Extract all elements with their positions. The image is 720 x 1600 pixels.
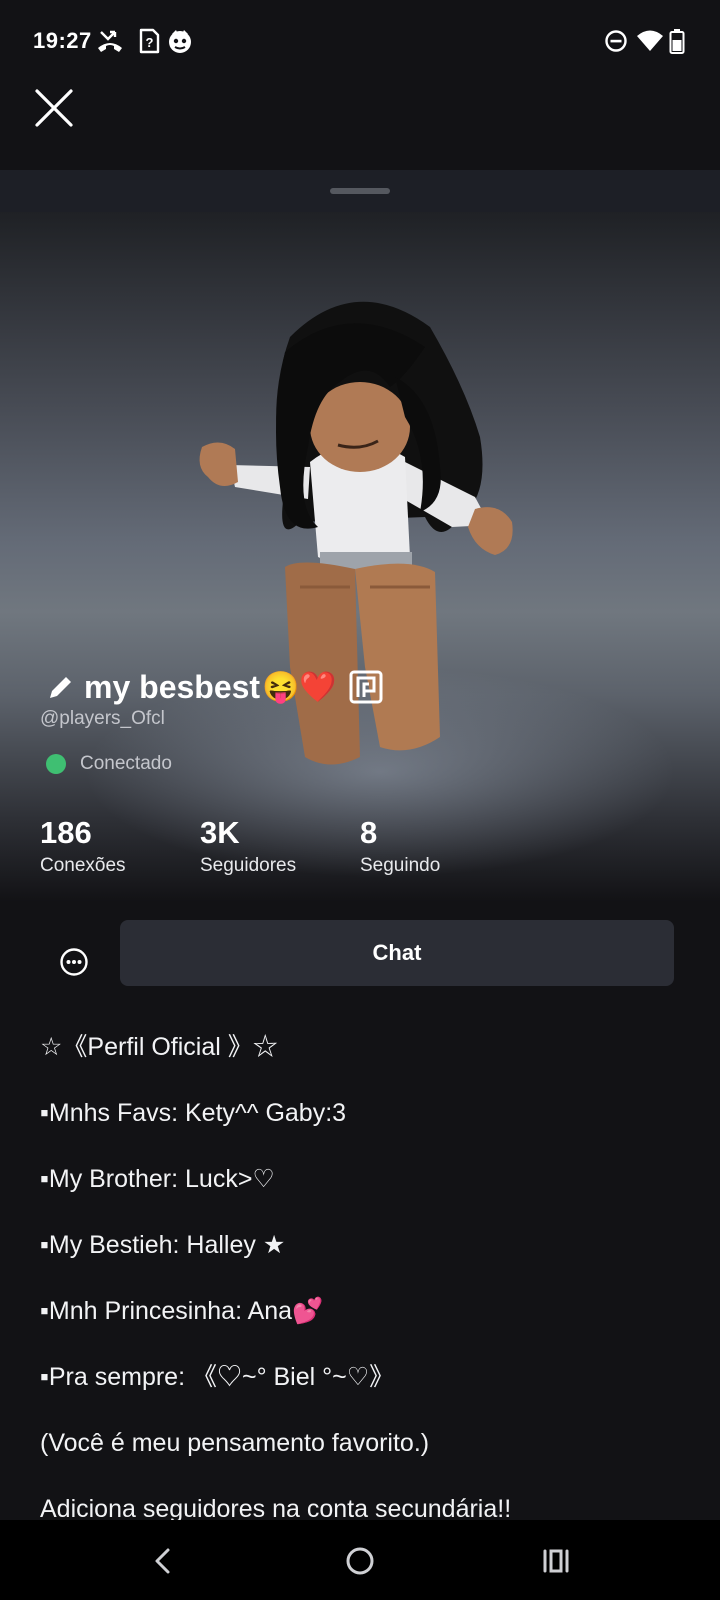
stat-followers[interactable]: 3K Seguidores (200, 815, 296, 877)
stat-value: 186 (40, 815, 92, 850)
presence-status: Conectado (46, 753, 172, 775)
recents-icon[interactable] (539, 1544, 573, 1578)
wifi-icon (637, 30, 663, 51)
close-icon[interactable] (30, 84, 78, 132)
home-icon[interactable] (343, 1544, 377, 1578)
chat-button-label: Chat (372, 940, 422, 965)
stat-value: 8 (360, 815, 378, 850)
system-nav-bar (0, 1520, 720, 1600)
back-icon[interactable] (147, 1544, 181, 1578)
stat-connections[interactable]: 186 Conexões (40, 815, 126, 877)
more-options-icon[interactable] (52, 940, 96, 984)
premium-badge-icon (349, 670, 383, 704)
stat-label: Seguindo (360, 855, 441, 876)
status-bar: 19:27 ? (0, 0, 720, 84)
bio-line: ▪Mnhs Favs: Kety^^ Gaby:3 (40, 1099, 347, 1127)
display-name-row: my besbest 😝❤️ (46, 662, 383, 712)
profile-hero: my besbest 😝❤️ @players_Ofcl Conectado 1… (0, 212, 720, 902)
bio-line: ☆《Perfil Oficial 》☆ (40, 1033, 278, 1061)
online-dot-icon (46, 754, 66, 774)
presence-label: Conectado (80, 753, 172, 774)
stat-label: Seguidores (200, 855, 297, 876)
stat-following[interactable]: 8 Seguindo (360, 815, 440, 877)
profile-bio: ☆《Perfil Oficial 》☆ ▪Mnhs Favs: Kety^^ G… (40, 1030, 700, 1520)
status-time: 19:27 (33, 28, 92, 53)
bio-line: ▪Pra sempre: 《♡~° Biel °~♡》 (40, 1363, 395, 1391)
bio-line: ▪My Brother: Luck>♡ (40, 1165, 275, 1193)
svg-text:?: ? (146, 35, 154, 50)
bio-line: ▪Mnh Princesinha: Ana💕 (40, 1297, 324, 1325)
bio-line: ▪My Bestieh: Halley ★ (40, 1231, 286, 1259)
pencil-icon[interactable] (46, 672, 76, 702)
chat-button[interactable]: Chat (120, 920, 674, 986)
display-name: my besbest (84, 668, 261, 705)
do-not-disturb-icon (605, 30, 627, 52)
missed-call-icon (98, 30, 122, 52)
stat-label: Conexões (40, 855, 126, 876)
stat-value: 3K (200, 815, 240, 850)
profile-screen: 19:27 ? my besbest 😝❤️ @players_Ofcl Con… (0, 0, 720, 1600)
bio-line: (Você é meu pensamento favorito.) (40, 1429, 430, 1457)
notification-app-icon (169, 30, 191, 53)
battery-icon (669, 29, 685, 54)
bio-line: Adiciona seguidores na conta secundária!… (40, 1495, 512, 1520)
sim-question-icon: ? (139, 28, 160, 54)
username: @players_Ofcl (40, 708, 165, 729)
drag-handle[interactable] (330, 188, 390, 194)
display-name-emojis: 😝❤️ (262, 670, 337, 704)
sheet-header (0, 170, 720, 212)
